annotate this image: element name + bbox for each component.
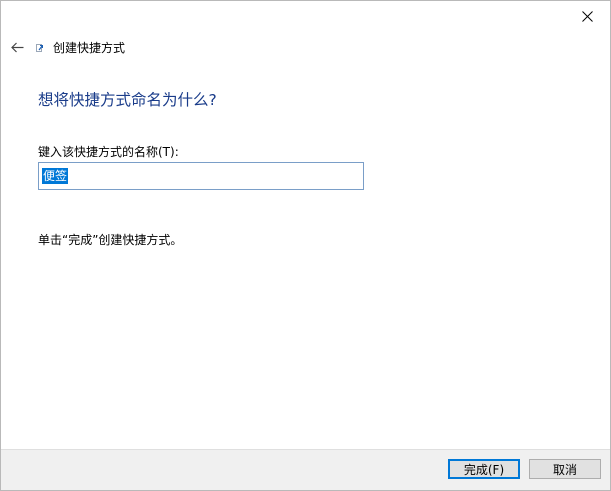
dialog-footer: 完成(F) 取消 (1, 449, 610, 490)
shortcut-name-input[interactable]: 便签 (38, 162, 364, 190)
close-icon (581, 10, 593, 22)
cancel-button[interactable]: 取消 (529, 459, 601, 479)
create-shortcut-window: 创建快捷方式 想将快捷方式命名为什么? 键入该快捷方式的名称(T): 便签 单击… (0, 0, 611, 491)
wizard-header: 创建快捷方式 (9, 37, 125, 57)
finish-button[interactable]: 完成(F) (448, 459, 520, 479)
wizard-title: 创建快捷方式 (53, 40, 126, 55)
back-button[interactable] (9, 39, 25, 55)
finish-hint: 单击“完成”创建快捷方式。 (38, 233, 183, 247)
shortcut-icon (35, 41, 45, 53)
close-button[interactable] (564, 1, 610, 31)
shortcut-name-label: 键入该快捷方式的名称(T): (38, 145, 179, 159)
arrow-left-icon (10, 42, 23, 52)
shortcut-name-value: 便签 (42, 168, 69, 184)
page-heading: 想将快捷方式命名为什么? (38, 91, 217, 109)
